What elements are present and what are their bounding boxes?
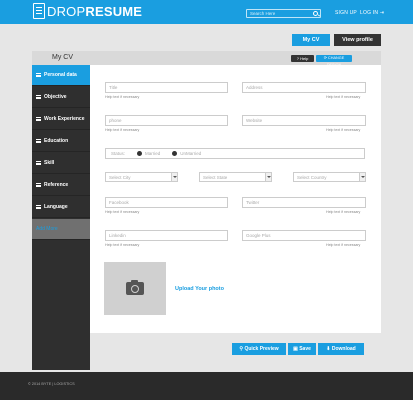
help-text: Help text if necessary <box>326 243 361 247</box>
login-link[interactable]: LOG IN ⇥ <box>360 10 384 16</box>
country-select-value: Select Country <box>297 174 327 180</box>
address-field[interactable]: Address <box>242 82 366 93</box>
mycv-button[interactable]: My CV <box>292 34 330 46</box>
sidebar-item-label: Education <box>44 138 69 144</box>
save-icon: ▣ <box>293 346 298 352</box>
sidebar-item-objective[interactable]: Objective <box>32 87 90 108</box>
sidebar-item-label: Language <box>44 204 68 210</box>
change-design-button[interactable]: ⟳ CHANGE DESIGN <box>316 55 352 67</box>
menu-icon <box>36 117 41 121</box>
logo-text: DROPRESUME <box>47 3 143 19</box>
search-input[interactable] <box>246 9 321 18</box>
help-button[interactable]: ? Help <box>291 55 314 62</box>
login-arrow-icon: ⇥ <box>379 10 385 16</box>
twitter-field[interactable]: Twitter <box>242 197 366 208</box>
search-icon[interactable] <box>313 10 318 16</box>
menu-icon <box>36 73 41 77</box>
help-text: Help text if necessary <box>326 95 361 99</box>
help-text: Help text if necessary <box>105 128 140 132</box>
chevron-down-icon <box>265 173 271 181</box>
sidebar-item-label: Personal data <box>44 72 77 78</box>
menu-icon <box>36 161 41 165</box>
help-text: Help text if necessary <box>326 128 361 132</box>
help-text: Help text if necessary <box>105 95 140 99</box>
sidebar-item-skill[interactable]: Skill <box>32 153 90 174</box>
document-icon <box>33 3 45 19</box>
copyright: © 2014 BYTE | LOGISTICS <box>28 382 75 386</box>
help-text: Help text if necessary <box>105 210 140 214</box>
help-text: Help text if necessary <box>326 210 361 214</box>
page-title: My CV <box>52 54 73 61</box>
sidebar-item-label: Add More <box>36 226 58 232</box>
menu-icon <box>36 183 41 187</box>
unmarried-label: UnMarried <box>180 151 202 156</box>
website-field[interactable]: Website <box>242 115 366 126</box>
sidebar-item-label: Objective <box>44 94 67 100</box>
sidebar-item-add-more[interactable]: Add More <box>32 219 90 240</box>
signup-link[interactable]: SIGN UP <box>335 10 357 16</box>
search-icon: ⚲ <box>239 346 244 352</box>
status-label: Status: <box>111 151 126 156</box>
city-select[interactable]: Select City <box>105 172 178 182</box>
married-radio[interactable] <box>137 151 143 156</box>
chevron-down-icon <box>171 173 177 181</box>
refresh-icon: ⟳ <box>323 56 327 60</box>
download-button[interactable]: ⬇ Download <box>318 343 364 355</box>
sidebar-item-work-experience[interactable]: Work Experience <box>32 109 90 130</box>
footer <box>0 372 413 400</box>
sidebar-item-education[interactable]: Education <box>32 131 90 152</box>
menu-icon <box>36 205 41 209</box>
status-group: Status: Married UnMarried <box>105 148 365 159</box>
sidebar-item-personal-data[interactable]: Personal data <box>32 65 98 86</box>
chevron-down-icon <box>359 173 365 181</box>
help-text: Help text if necessary <box>105 243 140 247</box>
linkedin-field[interactable]: Linkedin <box>105 230 228 241</box>
menu-icon <box>36 95 41 99</box>
city-select-value: Select City <box>109 174 131 180</box>
sidebar-item-label: Skill <box>44 160 55 166</box>
country-select[interactable]: Select Country <box>293 172 366 182</box>
sidebar-item-language[interactable]: Language <box>32 197 90 218</box>
question-icon: ? <box>296 56 299 61</box>
download-icon: ⬇ <box>326 346 331 352</box>
quick-preview-button[interactable]: ⚲ Quick Preview <box>232 343 286 355</box>
view-profile-button[interactable]: View profile <box>334 34 381 46</box>
upload-photo-link[interactable]: Upload Your photo <box>175 286 224 292</box>
state-select[interactable]: Select State <box>199 172 272 182</box>
unmarried-radio[interactable] <box>172 151 178 156</box>
title-field[interactable]: Title <box>105 82 228 93</box>
menu-icon <box>36 139 41 143</box>
sidebar-item-reference[interactable]: Reference <box>32 175 90 196</box>
facebook-field[interactable]: Facebook <box>105 197 228 208</box>
phone-field[interactable]: phone <box>105 115 228 126</box>
sidebar-item-label: Reference <box>44 182 69 188</box>
camera-icon <box>126 279 144 295</box>
save-button[interactable]: ▣ Save <box>288 343 316 355</box>
married-label: Married <box>145 151 161 156</box>
google-plus-field[interactable]: Google Plus <box>242 230 366 241</box>
sidebar-item-label: Work Experience <box>44 116 85 122</box>
state-select-value: Select State <box>203 174 228 180</box>
logo[interactable]: DROPRESUME <box>33 3 142 19</box>
